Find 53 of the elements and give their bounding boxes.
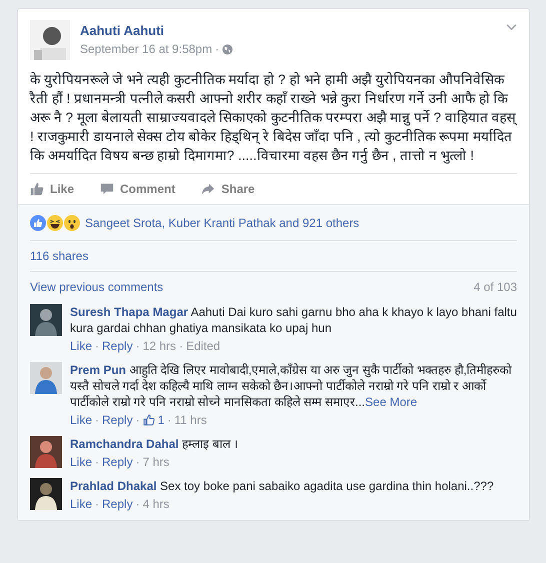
like-reaction-icon	[30, 215, 46, 231]
reply-link[interactable]: Reply	[102, 455, 133, 469]
separator: ·	[136, 413, 140, 427]
comment-count: 4 of 103	[474, 280, 517, 294]
edited-label[interactable]: Edited	[186, 339, 220, 353]
separator: ·	[136, 455, 140, 469]
reply-link[interactable]: Reply	[102, 413, 133, 427]
reply-link[interactable]: Reply	[102, 497, 133, 511]
comment-text: Prahlad Dhakal Sex toy boke pani sabaiko agadita use gardina thin holani..???	[70, 478, 495, 494]
share-arrow-icon	[201, 182, 216, 196]
laughing-emoji-icon	[47, 215, 63, 231]
reply-link[interactable]: Reply	[102, 339, 133, 353]
comment-text: Ramchandra Dahal हम्लाइ बाल ।	[70, 436, 240, 452]
comment-time[interactable]: 12 hrs	[142, 339, 176, 353]
separator: ·	[179, 339, 184, 353]
share-button[interactable]: Share	[201, 180, 255, 198]
commenter-name[interactable]: Suresh Thapa Magar	[70, 305, 188, 319]
comment-button[interactable]: Comment	[100, 180, 176, 198]
separator: ·	[136, 497, 140, 511]
separator: ·	[215, 42, 220, 56]
globe-icon	[222, 44, 234, 54]
separator: ·	[95, 339, 100, 353]
separator: ·	[95, 497, 100, 511]
post-timestamp[interactable]: September 16 at 9:58pm	[80, 42, 212, 56]
separator: ·	[95, 413, 100, 427]
like-link[interactable]: Like	[70, 413, 92, 427]
comment-time[interactable]: 11 hrs	[174, 413, 207, 427]
thumbs-up-icon	[30, 182, 44, 196]
like-link[interactable]: Like	[70, 455, 92, 469]
comment-time[interactable]: 7 hrs	[142, 455, 170, 469]
author-name[interactable]: Aahuti Aahuti	[80, 23, 164, 38]
comment-time[interactable]: 4 hrs	[142, 497, 170, 511]
surprised-emoji-icon	[64, 215, 80, 231]
separator: ·	[167, 413, 172, 427]
separator: ·	[95, 455, 100, 469]
comment-text: Prem Pun आहुति देखि लिएर मावोबादी,एमाले,काँग्रेस या अरु जुन सुकै पार्टीको भक्तहरु हौ,तिमीहरुको यस्तै सोचले गर्दा देश कहिल्यै माथि लाग्न सकेको छैन।आफ्नो पार्टीकोले नराम्रो गरे पनि राम्रो र आर्को पार्टीकोले राम्रो गरे पनि नराम्रो सोच्ने मानसिकता कहिले सम्म समाएर...See More	[70, 362, 513, 410]
view-previous-comments-link[interactable]: View previous comments	[30, 280, 164, 294]
see-more-link[interactable]: See More	[365, 395, 418, 409]
commenter-name[interactable]: Prahlad Dhakal	[70, 479, 157, 493]
like-button[interactable]: Like	[30, 180, 74, 198]
thumbs-up-icon	[142, 414, 155, 426]
reactions-summary[interactable]: Sangeet Srota, Kuber Kranti Pathak and 921 others	[85, 216, 360, 230]
speech-bubble-icon	[100, 182, 114, 196]
post-text: के युरोपियनरूले जे भने त्यही कुटनीतिक मर्यादा हो ? हो भने हामी अझै युरोपियनका औपनिवेसिक रैती हौं ! प्रधानमन्त्री पत्नीले कसरी आफ्नो शरीर कहाँ राख्ने भन्ने कुरा निर्धारण गर्ने उनी आफै हो कि अरू नै ? मूला बेलायती साम्राज्यवादले सिकाएको कुटनीतिक परम्परा अझै मान्नु पर्ने ? वाहियात वहस् ! राजकुमारी डायनाले सेक्स टोय बोकेर हिड्थिन् रे बिदेस जाँदा पनि , त्यो कुटनीतिक रूपमा मर्यादित कि अमर्यादित विषय बन्छ हाम्रो दिमागमा? .....विचारमा वहस छैन गर्नु छैन , तात्तो न भुत्लो !	[30, 70, 517, 165]
like-count[interactable]: 1	[158, 413, 164, 427]
like-link[interactable]: Like	[70, 497, 92, 511]
chevron-icon[interactable]	[506, 24, 517, 31]
commenter-name[interactable]: Ramchandra Dahal	[70, 437, 179, 451]
separator: ·	[136, 339, 140, 353]
comment-text: Suresh Thapa Magar Aahuti Dai kuro sahi garnu bho aha k khayo k layo bhani faltu kura gardai chhan ghatiya mansikata ko upaj hun	[70, 304, 517, 336]
shares-count[interactable]: 116 shares	[30, 249, 88, 263]
commenter-name[interactable]: Prem Pun	[70, 363, 126, 377]
like-link[interactable]: Like	[70, 339, 92, 353]
